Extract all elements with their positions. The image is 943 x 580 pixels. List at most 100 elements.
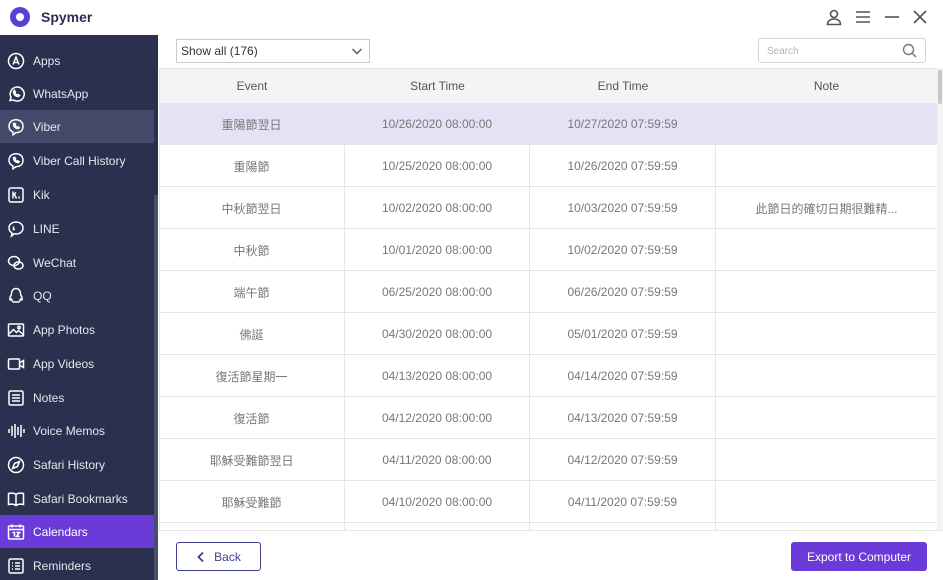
sidebar-item-voice-memos[interactable]: Voice Memos: [0, 414, 154, 447]
back-button-label: Back: [214, 549, 241, 564]
sidebar-item-calendars[interactable]: Calendars: [0, 515, 154, 548]
sidebar-item-app-photos[interactable]: App Photos: [0, 313, 154, 346]
safari-icon: [7, 456, 25, 474]
menu-icon[interactable]: [852, 6, 874, 28]
sidebar-item-label: WhatsApp: [33, 86, 89, 101]
table-scrollbar[interactable]: [937, 68, 943, 530]
cell-start-time: 10/02/2020 08:00:00: [345, 187, 530, 229]
cell-note: [716, 313, 937, 355]
cell-note: [716, 103, 937, 145]
cell-event: 佛誕: [159, 313, 345, 355]
title-bar: Spymer: [0, 0, 943, 35]
sidebar-item-viber[interactable]: Viber: [0, 110, 154, 143]
cell-start-time: 10/25/2020 08:00:00: [345, 145, 530, 187]
column-header-event[interactable]: Event: [159, 69, 345, 103]
sidebar-item-label: Viber Call History: [33, 153, 126, 168]
cell-end-time: 06/26/2020 07:59:59: [530, 271, 716, 313]
viber-icon: [7, 152, 25, 170]
chevron-left-icon: [197, 551, 204, 562]
video-icon: [7, 355, 25, 373]
search-input[interactable]: [767, 43, 897, 59]
calendar-icon: [7, 523, 25, 541]
scrollbar-thumb[interactable]: [938, 70, 942, 104]
sidebar-item-safari-history[interactable]: Safari History: [0, 448, 154, 481]
cell-event: 復活節: [159, 397, 345, 439]
cell-start-time: 10/26/2020 08:00:00: [381, 117, 493, 131]
table-row[interactable]: [159, 523, 937, 530]
wechat-icon: [7, 254, 25, 272]
sidebar-item-line[interactable]: LINE: [0, 212, 154, 245]
cell-end-time: 10/03/2020 07:59:59: [530, 187, 716, 229]
column-header-start-time[interactable]: Start Time: [345, 69, 530, 103]
sidebar-item-qq[interactable]: QQ: [0, 279, 154, 312]
cell-start-time: 04/12/2020 08:00:00: [345, 397, 530, 439]
sidebar-item-safari-bookmarks[interactable]: Safari Bookmarks: [0, 482, 154, 515]
cell-end-time: 05/01/2020 07:59:59: [530, 313, 716, 355]
user-icon[interactable]: [823, 6, 845, 28]
cell-start-time: 10/01/2020 08:00:00: [345, 229, 530, 271]
events-table: Event Start Time End Time Note 重陽節翌日 10/…: [159, 68, 937, 530]
cell-note: [716, 397, 937, 439]
notes-icon: [7, 389, 25, 407]
cell-note: [716, 145, 937, 187]
table-row[interactable]: 佛誕 04/30/2020 08:00:00 05/01/2020 07:59:…: [159, 313, 937, 355]
export-to-computer-button[interactable]: Export to Computer: [791, 542, 927, 571]
sidebar-item-apps[interactable]: Apps: [0, 44, 154, 77]
cell-note: [716, 271, 937, 313]
cell-note: [716, 229, 937, 271]
app-title: Spymer: [41, 9, 93, 25]
sidebar-scrollbar[interactable]: [154, 195, 158, 580]
sidebar-item-label: WeChat: [33, 255, 77, 270]
sidebar-item-label: Kik: [33, 187, 50, 202]
kik-icon: [7, 186, 25, 204]
search-box: [758, 38, 926, 63]
sidebar-item-viber-call-history[interactable]: Viber Call History: [0, 144, 154, 177]
cell-event: 中秋節翌日: [159, 187, 345, 229]
column-header-note[interactable]: Note: [716, 69, 937, 103]
table-row[interactable]: 耶穌受難節翌日 04/11/2020 08:00:00 04/12/2020 0…: [159, 439, 937, 481]
cell-start-time: [345, 523, 530, 530]
cell-start-time: 04/11/2020 08:00:00: [345, 439, 530, 481]
table-row[interactable]: 復活節星期一 04/13/2020 08:00:00 04/14/2020 07…: [159, 355, 937, 397]
sidebar-item-app-videos[interactable]: App Videos: [0, 347, 154, 380]
sidebar-item-notes[interactable]: Notes: [0, 381, 154, 414]
cell-end-time: 10/27/2020 07:59:59: [567, 117, 678, 131]
table-row[interactable]: 中秋節 10/01/2020 08:00:00 10/02/2020 07:59…: [159, 229, 937, 271]
back-button[interactable]: Back: [176, 542, 261, 571]
search-icon[interactable]: [902, 43, 917, 63]
viber-icon: [7, 118, 25, 136]
cell-start-time: 04/10/2020 08:00:00: [345, 481, 530, 523]
column-header-end-time[interactable]: End Time: [530, 69, 716, 103]
cell-note: 此節日的確切日期很難精...: [755, 201, 898, 216]
cell-note: [716, 523, 937, 530]
table-row[interactable]: 復活節 04/12/2020 08:00:00 04/13/2020 07:59…: [159, 397, 937, 439]
table-left-border: [159, 68, 160, 530]
table-row[interactable]: 重陽節 10/25/2020 08:00:00 10/26/2020 07:59…: [159, 145, 937, 187]
cell-note: [716, 355, 937, 397]
cell-event: 耶穌受難節: [159, 481, 345, 523]
sidebar-item-label: Notes: [33, 390, 65, 405]
cell-end-time: 10/26/2020 07:59:59: [530, 145, 716, 187]
sidebar-item-reminders[interactable]: Reminders: [0, 549, 154, 580]
filter-dropdown[interactable]: Show all (176): [176, 39, 370, 63]
table-row[interactable]: 重陽節翌日 10/26/2020 08:00:00 10/27/2020 07:…: [159, 103, 937, 145]
filter-selected-value: Show all (176): [181, 44, 258, 58]
sidebar-item-label: LINE: [33, 221, 60, 236]
cell-event: [159, 523, 345, 530]
sidebar-item-label: Safari Bookmarks: [33, 491, 128, 506]
sidebar-item-kik[interactable]: Kik: [0, 178, 154, 211]
sidebar-item-wechat[interactable]: WeChat: [0, 246, 154, 279]
sidebar: Apps WhatsApp Viber Viber Call History K…: [0, 35, 158, 580]
table-row[interactable]: 端午節 06/25/2020 08:00:00 06/26/2020 07:59…: [159, 271, 937, 313]
minimize-icon[interactable]: [881, 6, 903, 28]
close-icon[interactable]: [909, 6, 931, 28]
voice-memo-icon: [7, 422, 25, 440]
photo-icon: [7, 321, 25, 339]
sidebar-item-whatsapp[interactable]: WhatsApp: [0, 77, 154, 110]
table-header: Event Start Time End Time Note: [159, 69, 937, 103]
table-row[interactable]: 耶穌受難節 04/10/2020 08:00:00 04/11/2020 07:…: [159, 481, 937, 523]
sidebar-item-label: Calendars: [33, 524, 88, 539]
cell-note: [716, 481, 937, 523]
sidebar-item-label: Apps: [33, 53, 61, 68]
table-row[interactable]: 中秋節翌日 10/02/2020 08:00:00 10/03/2020 07:…: [159, 187, 937, 229]
